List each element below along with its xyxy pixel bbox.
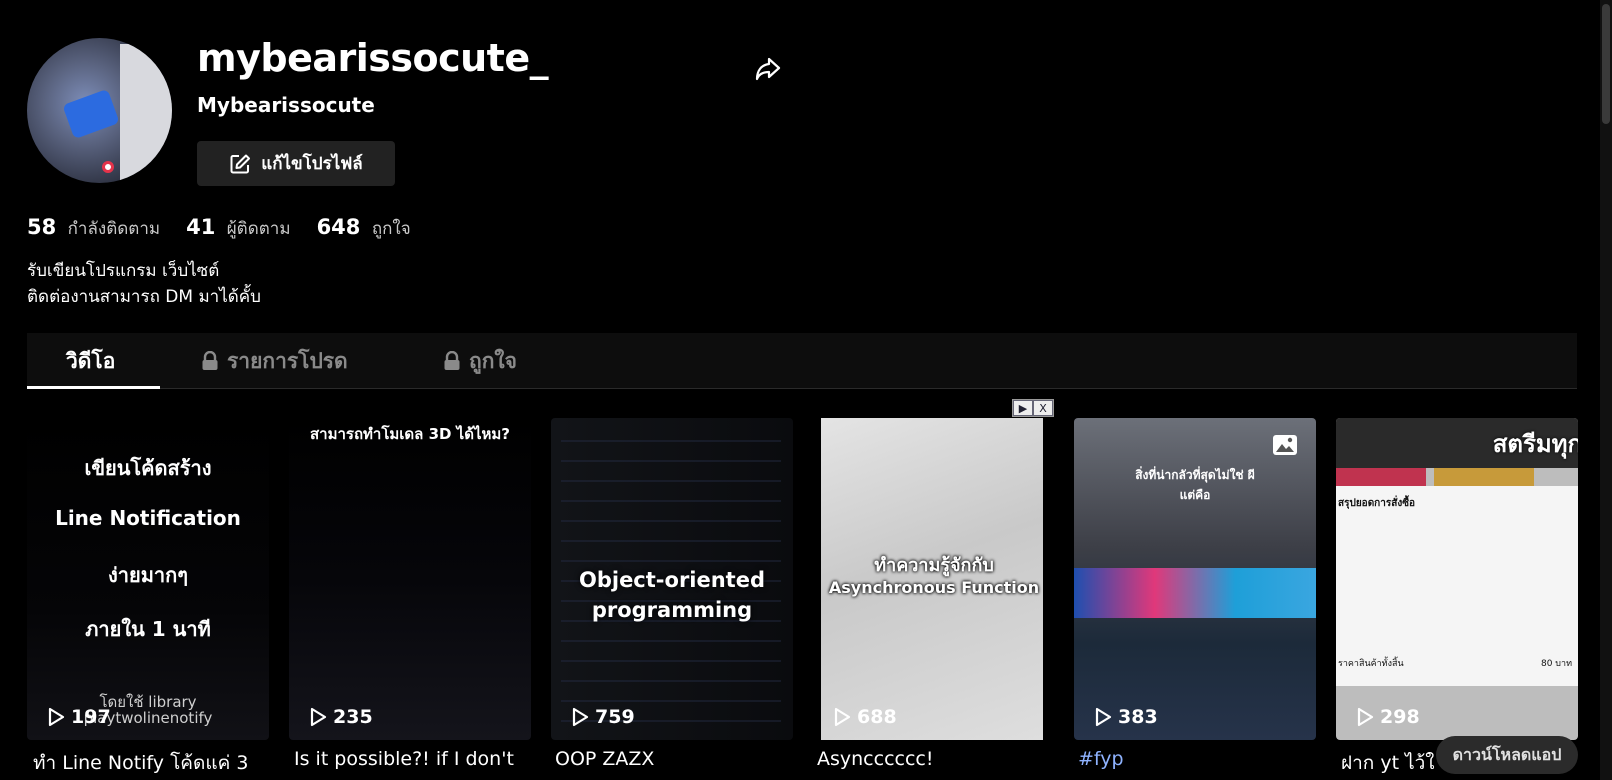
video-overlay-text: Line Notification bbox=[55, 506, 241, 530]
view-count: 298 bbox=[1356, 706, 1420, 728]
tab-favorites[interactable]: รายการโปรด bbox=[201, 333, 348, 389]
receipt-title: สรุปยอดการสั่งซื้อ bbox=[1338, 498, 1416, 509]
share-icon bbox=[755, 57, 781, 81]
video-card[interactable]: สามารถทำโมเดล 3D ได้ไหม? 235 bbox=[289, 418, 531, 740]
profile-page: mybearissocute_ Mybearissocute แก้ไขโปรไ… bbox=[0, 0, 1612, 780]
lock-icon bbox=[202, 351, 218, 370]
likes-label: ถูกใจ bbox=[371, 219, 411, 239]
video-overlay-text: สิ่งที่น่ากลัวที่สุดไม่ใช่ ผี bbox=[1135, 468, 1255, 482]
video-overlay-text: สามารถทำโมเดล 3D ได้ไหม? bbox=[310, 425, 510, 443]
edit-profile-label: แก้ไขโปรไฟล์ bbox=[261, 154, 363, 174]
video-overlay-text: ง่ายมากๆ bbox=[108, 563, 188, 587]
video-caption[interactable]: ฝาก yt ไว้ใ bbox=[1341, 748, 1441, 778]
tab-label: วิดีโอ bbox=[66, 348, 116, 373]
bio-line: ติดต่องานสามารถ DM มาได้คั้บ bbox=[27, 287, 261, 307]
followers-count: 41 bbox=[186, 215, 216, 239]
play-icon bbox=[48, 707, 65, 727]
avatar-phone bbox=[62, 88, 120, 140]
view-count-value: 688 bbox=[857, 706, 897, 728]
live-indicator-icon bbox=[102, 161, 114, 173]
ad-play-button[interactable]: ▶ bbox=[1013, 400, 1033, 416]
receipt-total: 80 บาท bbox=[1540, 659, 1572, 669]
download-app-button[interactable]: ดาวน์โหลดแอป bbox=[1436, 736, 1578, 774]
play-icon bbox=[834, 707, 851, 727]
play-icon bbox=[310, 707, 327, 727]
profile-nickname: Mybearissocute bbox=[197, 93, 375, 117]
video-overlay-text: ทำความรู้จักกับ bbox=[874, 555, 994, 576]
video-overlay-text: Object-oriented bbox=[578, 568, 766, 592]
profile-username: mybearissocute_ bbox=[197, 36, 549, 80]
scrollbar-thumb[interactable] bbox=[1602, 4, 1610, 124]
video-caption[interactable]: OOP ZAZX bbox=[555, 748, 800, 770]
following-label: กำลังติดตาม bbox=[67, 219, 161, 239]
active-tab-indicator bbox=[27, 386, 160, 389]
photo-icon bbox=[1273, 435, 1297, 455]
following-count: 58 bbox=[27, 215, 57, 239]
video-caption[interactable]: ทำ Line Notify โค้ดแค่ 3 bbox=[33, 748, 278, 778]
video-caption-hashtag[interactable]: #fyp bbox=[1078, 748, 1323, 770]
lock-icon bbox=[444, 351, 460, 370]
video-overlay-text: สตรีมทุก bbox=[1492, 430, 1578, 458]
video-card[interactable]: เขียนโค้ดสร้าง Line Notification ง่ายมาก… bbox=[27, 418, 269, 740]
view-count-value: 235 bbox=[333, 706, 373, 728]
ad-controls: ▶ X bbox=[1012, 399, 1054, 417]
video-overlay-text: programming bbox=[591, 598, 753, 622]
video-caption[interactable]: Is it possible?! if I don't bbox=[294, 748, 539, 770]
video-overlay-text: แต่คือ bbox=[1179, 488, 1211, 502]
video-overlay-text: เขียนโค้ดสร้าง bbox=[84, 456, 212, 480]
likes-count: 648 bbox=[316, 215, 361, 239]
receipt-total-label: ราคาสินค้าทั้งสิ้น bbox=[1338, 659, 1404, 669]
play-icon bbox=[1357, 707, 1374, 727]
profile-tabs: วิดีโอ รายการโปรด ถูกใจ bbox=[27, 333, 1577, 389]
view-count: 235 bbox=[309, 706, 373, 728]
tab-label: รายการโปรด bbox=[227, 348, 348, 373]
play-icon bbox=[1095, 707, 1112, 727]
profile-stats: 58 กำลังติดตาม 41 ผู้ติดตาม 648 ถูกใจ bbox=[27, 215, 411, 242]
edit-profile-button[interactable]: แก้ไขโปรไฟล์ bbox=[197, 141, 395, 186]
video-card[interactable]: ทำความรู้จักกับ Asynchronous Function 68… bbox=[813, 418, 1055, 740]
video-caption[interactable]: Asyncccccc! bbox=[817, 748, 1062, 770]
video-overlay-text: ภายใน 1 นาที bbox=[85, 617, 211, 641]
view-count: 383 bbox=[1094, 706, 1158, 728]
view-count-value: 759 bbox=[595, 706, 635, 728]
share-button[interactable] bbox=[752, 52, 784, 84]
menu-boards bbox=[1074, 568, 1316, 618]
play-icon bbox=[572, 707, 589, 727]
video-card[interactable]: สิ่งที่น่ากลัวที่สุดไม่ใช่ ผี แต่คือ 383 bbox=[1074, 418, 1316, 740]
view-count: 688 bbox=[833, 706, 897, 728]
view-count: 759 bbox=[571, 706, 635, 728]
edit-icon bbox=[230, 154, 251, 173]
following-stat[interactable]: 58 กำลังติดตาม bbox=[27, 215, 160, 242]
profile-bio: รับเขียนโปรแกรม เว็บไซต์ ติดต่องานสามารถ… bbox=[27, 258, 261, 310]
video-card[interactable]: สรุปยอดการสั่งซื้อ ราคาสินค้าทั้งสิ้น 80… bbox=[1336, 418, 1578, 740]
avatar[interactable] bbox=[27, 38, 172, 183]
tab-videos[interactable]: วิดีโอ bbox=[66, 333, 115, 389]
avatar-background bbox=[120, 44, 172, 183]
view-count-value: 298 bbox=[1380, 706, 1420, 728]
view-count-value: 383 bbox=[1118, 706, 1158, 728]
ad-close-button[interactable]: X bbox=[1033, 400, 1053, 416]
video-card[interactable]: Object-oriented programming 759 bbox=[551, 418, 793, 740]
scrollbar[interactable] bbox=[1600, 0, 1612, 780]
followers-stat[interactable]: 41 ผู้ติดตาม bbox=[186, 215, 290, 242]
video-overlay-text: Asynchronous Function bbox=[828, 578, 1040, 597]
tab-label: ถูกใจ bbox=[469, 348, 517, 373]
tab-liked[interactable]: ถูกใจ bbox=[443, 333, 517, 389]
view-count-value: 197 bbox=[71, 706, 111, 728]
likes-stat: 648 ถูกใจ bbox=[317, 215, 411, 242]
followers-label: ผู้ติดตาม bbox=[226, 219, 291, 239]
view-count: 197 bbox=[47, 706, 111, 728]
bio-line: รับเขียนโปรแกรม เว็บไซต์ bbox=[27, 261, 220, 281]
